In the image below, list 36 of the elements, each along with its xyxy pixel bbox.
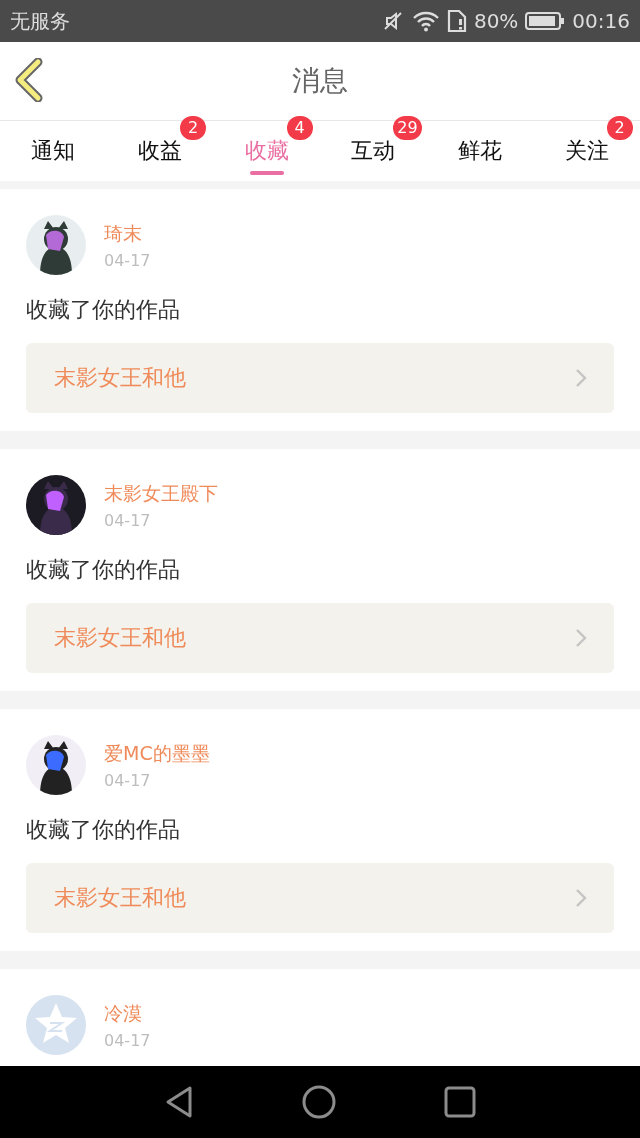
count-badge: 2 — [606, 116, 633, 140]
tab[interactable]: 鲜花 — [456, 132, 504, 170]
user-name[interactable]: 琦末 — [104, 220, 151, 247]
recent-apps-icon[interactable] — [444, 1086, 476, 1118]
page-title: 消息 — [292, 63, 348, 99]
wifi-icon — [411, 10, 440, 32]
user-name[interactable]: 末影女王殿下 — [104, 480, 218, 507]
count-badge: 2 — [180, 116, 206, 140]
message-text: 收藏了你的作品 — [26, 816, 181, 844]
user-name[interactable]: 冷漠 — [104, 1000, 151, 1027]
clock-text: 00:16 — [572, 9, 630, 33]
message-text: 收藏了你的作品 — [26, 556, 181, 584]
sim-icon — [446, 9, 467, 33]
work-link[interactable]: 末影女王和他 — [26, 603, 614, 673]
home-icon[interactable] — [302, 1085, 336, 1119]
work-link[interactable]: 末影女王和他 — [26, 863, 614, 933]
count-badge: 29 — [393, 116, 422, 140]
tab[interactable]: 通知 — [29, 132, 78, 170]
back-icon[interactable] — [164, 1085, 194, 1119]
chevron-right-icon — [574, 627, 588, 649]
default-avatar-icon — [26, 995, 86, 1055]
battery-icon — [525, 11, 566, 31]
tab-underline — [249, 171, 284, 175]
work-link[interactable]: 末影女王和他 — [26, 343, 614, 413]
message-text: 收藏了你的作品 — [26, 296, 181, 324]
message-date: 04-17 — [104, 250, 151, 270]
message-date: 04-17 — [104, 1030, 151, 1050]
chevron-right-icon — [574, 887, 588, 909]
back-button[interactable] — [14, 58, 44, 105]
message-date: 04-17 — [104, 510, 152, 530]
battery-percent: 80% — [473, 9, 519, 33]
count-badge: 4 — [286, 116, 313, 140]
user-name[interactable]: 爱MC的墨墨 — [104, 740, 210, 767]
carrier-text: 无服务 — [10, 7, 70, 35]
message-date: 04-17 — [104, 770, 152, 790]
chevron-right-icon — [574, 367, 588, 389]
